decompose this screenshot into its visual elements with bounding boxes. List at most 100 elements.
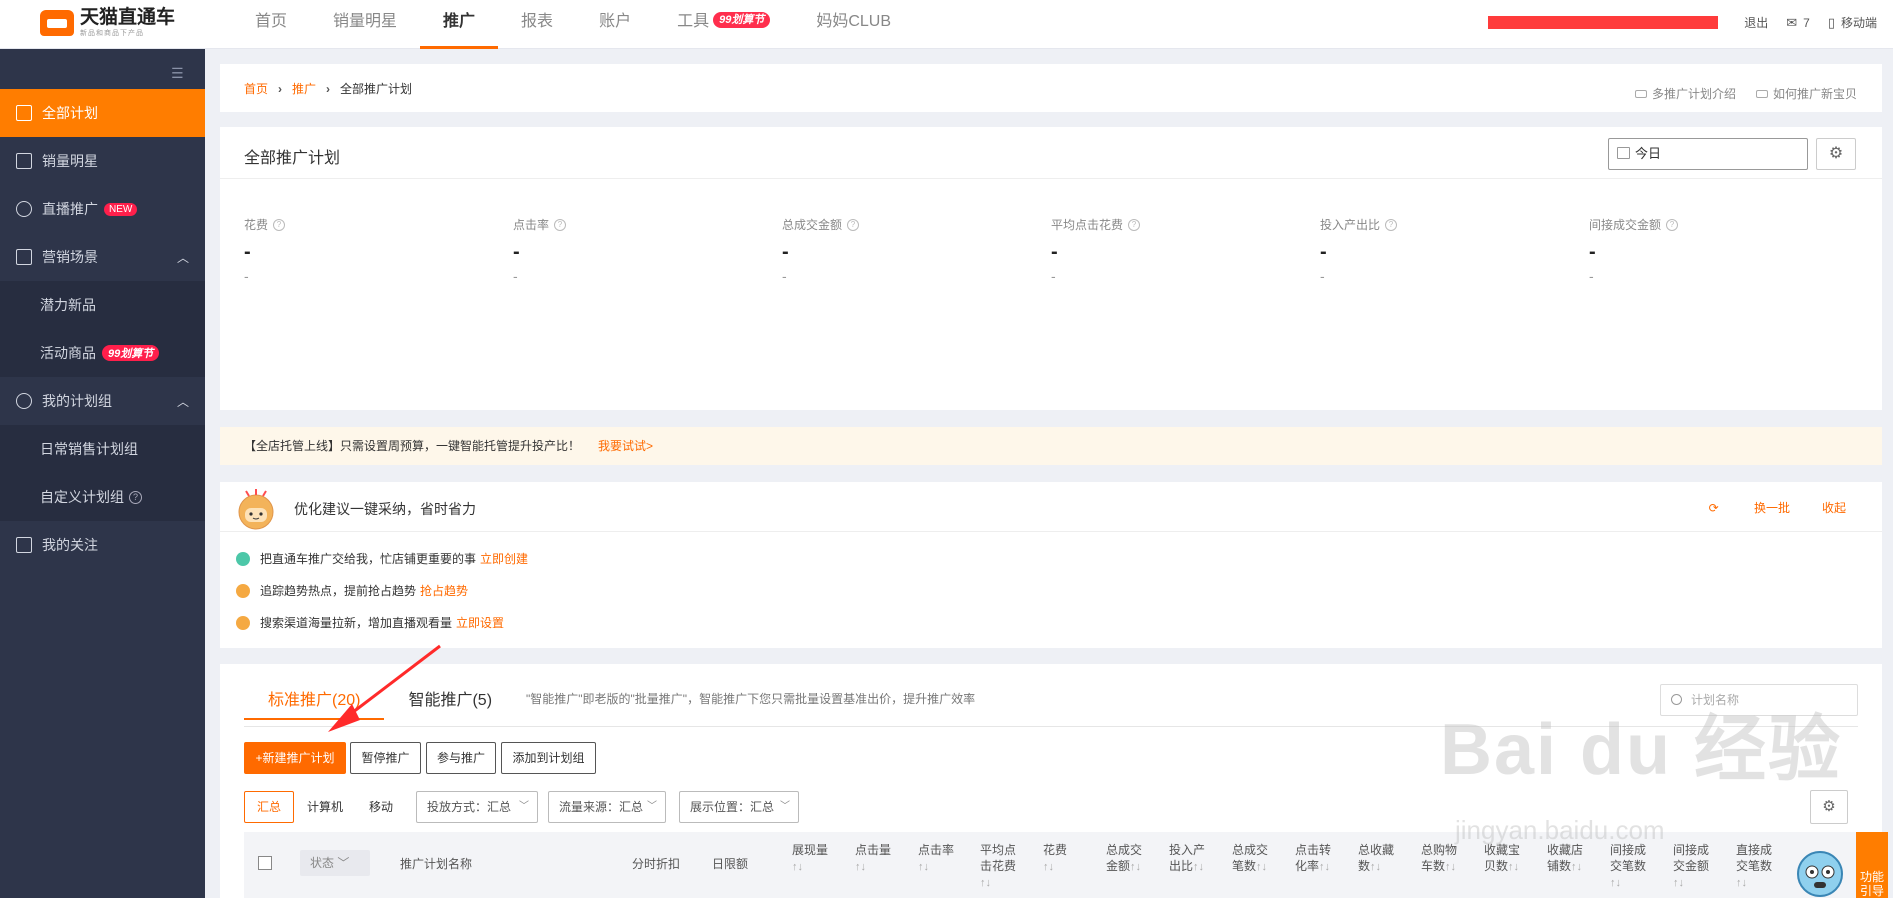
tab-description: "智能推广"即老版的"批量推广"，智能推广下您只需批量设置基准出价，提升推广效率 — [526, 692, 976, 706]
nav-promotion[interactable]: 推广 — [420, 0, 499, 49]
help-icon[interactable]: ? — [1128, 218, 1141, 231]
col-total-cart[interactable]: 总购物车数↑↓ — [1421, 842, 1463, 875]
sidebar-item-all-plans[interactable]: 全部计划 — [0, 89, 205, 137]
sidebar-item-marketing-scene[interactable]: 营销场景 ︿ — [0, 233, 205, 281]
calendar-icon — [1617, 147, 1630, 159]
col-total-orders[interactable]: 总成交笔数↑↓ — [1232, 842, 1274, 875]
breadcrumb-home[interactable]: 首页 — [244, 80, 268, 97]
date-picker[interactable]: 今日 — [1608, 138, 1808, 170]
chat-icon — [236, 615, 250, 630]
redacted-username — [1488, 16, 1719, 29]
nav-mama-club[interactable]: 妈妈CLUB — [793, 0, 914, 49]
phone-icon: ▯ — [1827, 14, 1835, 30]
optimize-header: 优化建议一键采纳，省时省力 ⟳ 换一批 收起 — [220, 482, 1882, 532]
nav-reports[interactable]: 报表 — [498, 0, 576, 49]
sidebar-item-live[interactable]: 直播推广 NEW — [0, 185, 205, 233]
chevron-up-icon: ︿ — [176, 251, 189, 265]
col-total-gmv[interactable]: 总成交金额↑↓ — [1106, 842, 1148, 875]
tab-standard[interactable]: 标准推广(20) — [244, 686, 385, 720]
mascot-icon — [238, 489, 274, 530]
sidebar-item-activity-goods[interactable]: 活动商品 99划算节 — [0, 329, 205, 377]
mobile-link[interactable]: ▯ 移动端 — [1828, 14, 1877, 31]
segment-pc[interactable]: 计算机 — [294, 791, 356, 823]
tip-link-trend[interactable]: 抢占趋势 — [420, 582, 468, 599]
chevron-down-icon: ﹀ — [780, 801, 790, 812]
tip-link-setup[interactable]: 立即设置 — [456, 614, 504, 631]
add-to-group-button[interactable]: 添加到计划组 — [501, 742, 596, 774]
sidebar-item-daily-sales-group[interactable]: 日常销售计划组 — [0, 425, 205, 473]
tip-item: 搜索渠道海量拉新，增加直播观看量 立即设置 — [236, 614, 504, 631]
device-segment: 汇总 计算机 移动 — [244, 791, 406, 823]
col-avg-cpc[interactable]: 平均点击花费↑↓ — [980, 842, 1022, 891]
source-dropdown[interactable]: 流量来源：汇总 ﹀ — [548, 791, 666, 823]
col-time-discount: 分时折扣 — [632, 857, 681, 871]
col-fav-items[interactable]: 收藏宝贝数↑↓ — [1484, 842, 1526, 875]
collapse-sidebar-icon[interactable]: ☰ — [171, 65, 189, 81]
status-filter[interactable]: 状态 ﹀ — [300, 850, 370, 876]
function-guide-tab[interactable]: 功能引导 — [1856, 832, 1888, 898]
help-icon[interactable]: ? — [1666, 218, 1679, 231]
col-indirect-orders[interactable]: 间接成交笔数↑↓ — [1610, 842, 1652, 891]
video-link-multi-plan[interactable]: 多推广计划介绍 — [1634, 85, 1736, 102]
sidebar-item-my-groups[interactable]: 我的计划组 ︿ — [0, 377, 205, 425]
brand-title: 天猫直通车 — [80, 7, 176, 28]
join-button[interactable]: 参与推广 — [426, 742, 496, 774]
new-plan-button[interactable]: +新建推广计划 — [244, 742, 346, 774]
logout-link[interactable]: 退出 — [1744, 14, 1768, 31]
video-link-new-item[interactable]: 如何推广新宝贝 — [1755, 85, 1857, 102]
nav-account[interactable]: 账户 — [576, 0, 654, 49]
segment-all[interactable]: 汇总 — [244, 791, 295, 823]
col-direct-orders[interactable]: 直接成交笔数↑↓ — [1736, 842, 1778, 891]
help-icon[interactable]: ? — [129, 490, 142, 504]
method-dropdown[interactable]: 投放方式：汇总 ﹀ — [416, 791, 538, 823]
nav-tools[interactable]: 工具 99划算节 — [654, 0, 793, 49]
help-icon[interactable]: ? — [847, 218, 860, 231]
refresh-batch-button[interactable]: ⟳ 换一批 — [1709, 499, 1790, 516]
messages-link[interactable]: ✉ 7 — [1786, 15, 1810, 31]
col-clicks[interactable]: 点击量 ↑↓ — [855, 842, 897, 875]
top-right-area: 退出 ✉ 7 ▯ 移动端 — [1488, 14, 1877, 31]
breadcrumb-promo[interactable]: 推广 — [292, 80, 316, 97]
position-dropdown[interactable]: 展示位置：汇总 ﹀ — [679, 791, 799, 823]
tip-item: 追踪趋势热点，提前抢占趋势 抢占趋势 — [236, 582, 468, 599]
tip-link-create[interactable]: 立即创建 — [480, 550, 528, 567]
notice-text: 【全店托管上线】只需设置周预算，一键智能托管提升投产比！ — [244, 439, 581, 453]
col-impressions[interactable]: 展现量 ↑↓ — [792, 842, 834, 875]
top-bar: 天猫直通车 新品和商品下产品 首页 销量明星 推广 报表 账户 工具 99划算节 … — [0, 0, 1893, 49]
help-icon[interactable]: ? — [273, 218, 286, 231]
table-settings-gear-icon[interactable]: ⚙ — [1810, 790, 1848, 824]
assistant-robot-icon[interactable] — [1790, 840, 1850, 898]
chevron-down-icon: ﹀ — [647, 801, 657, 812]
festival-badge: 99划算节 — [713, 12, 771, 28]
col-total-fav[interactable]: 总收藏数↑↓ — [1358, 842, 1400, 875]
festival-badge: 99划算节 — [102, 345, 160, 361]
col-indirect-gmv[interactable]: 间接成交金额↑↓ — [1673, 842, 1715, 891]
sidebar-item-sales-star[interactable]: 销量明星 — [0, 137, 205, 185]
pause-button[interactable]: 暂停推广 — [350, 742, 421, 774]
metric-avg-cpc: 平均点击花费? - - — [1051, 216, 1311, 284]
col-ctr[interactable]: 点击率 ↑↓ — [918, 842, 960, 875]
sidebar-item-custom-group[interactable]: 自定义计划组? — [0, 473, 205, 521]
help-icon[interactable]: ? — [554, 218, 567, 231]
chevron-right-icon: › — [326, 81, 331, 96]
col-roi[interactable]: 投入产出比↑↓ — [1169, 842, 1211, 875]
col-cost[interactable]: 花费 ↑↓ — [1043, 842, 1073, 875]
col-cvr[interactable]: 点击转化率↑↓ — [1295, 842, 1337, 875]
select-all-checkbox[interactable] — [258, 856, 272, 870]
nav-sales-star[interactable]: 销量明星 — [310, 0, 420, 49]
settings-gear-icon[interactable]: ⚙ — [1816, 138, 1856, 170]
notice-try-link[interactable]: 我要试试> — [598, 439, 653, 453]
breadcrumb-current: 全部推广计划 — [340, 82, 413, 96]
col-fav-shops[interactable]: 收藏店铺数↑↓ — [1547, 842, 1589, 875]
video-icon — [1634, 89, 1647, 98]
sidebar-item-potential-new[interactable]: 潜力新品 — [0, 281, 205, 329]
tab-smart[interactable]: 智能推广(5) — [384, 686, 516, 720]
new-badge: NEW — [104, 202, 138, 216]
sidebar-item-my-follow[interactable]: 我的关注 — [0, 521, 205, 569]
help-icon[interactable]: ? — [1385, 218, 1398, 231]
collapse-button[interactable]: 收起 — [1822, 499, 1846, 516]
notice-bar: 【全店托管上线】只需设置周预算，一键智能托管提升投产比！ 我要试试> — [220, 427, 1882, 465]
segment-mobile[interactable]: 移动 — [356, 791, 406, 823]
nav-home[interactable]: 首页 — [232, 0, 310, 49]
brand-logo[interactable]: 天猫直通车 新品和商品下产品 — [40, 8, 175, 38]
